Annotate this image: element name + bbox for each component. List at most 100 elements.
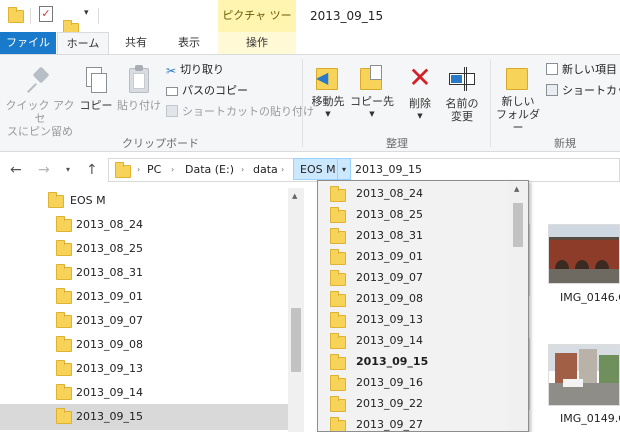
new-folder-button[interactable]: 新しい フォルダー	[494, 63, 542, 134]
scroll-up-icon[interactable]: ▲	[292, 192, 297, 200]
chevron-right-icon[interactable]: ›	[281, 159, 284, 181]
ribbon: クイック アクセ スにピン留め コピー 貼り付け ✂ 切り取り パスのコピー ショ…	[0, 54, 620, 152]
dropdown-item-label: 2013_08_31	[356, 229, 423, 242]
new-folder-icon	[504, 63, 532, 91]
up-arrow-icon[interactable]: ↑	[86, 162, 98, 178]
dropdown-item[interactable]: 2013_09_01	[318, 246, 508, 268]
paste-button[interactable]: 貼り付け	[116, 65, 162, 112]
dropdown-item[interactable]: 2013_09_08	[318, 288, 508, 310]
breadcrumb-current[interactable]: 2013_09_15	[355, 159, 422, 181]
organize-group-label: 整理	[386, 137, 408, 150]
breadcrumb-data[interactable]: data	[253, 159, 278, 181]
tree-item[interactable]: 2013_08_31	[0, 260, 288, 286]
folder-icon	[330, 207, 346, 223]
tab-manage[interactable]: 操作	[218, 32, 296, 54]
recent-locations-chevron-icon[interactable]: ▾	[66, 165, 70, 174]
tree-item-label: 2013_08_25	[76, 242, 143, 255]
dropdown-item[interactable]: 2013_08_25	[318, 204, 508, 226]
folder-icon	[330, 417, 346, 431]
tree-item[interactable]: 2013_09_07	[0, 308, 288, 334]
new-item-button[interactable]: 新しい項目	[546, 63, 617, 77]
dropdown-item-label: 2013_09_08	[356, 292, 423, 305]
tab-home[interactable]: ホーム	[57, 32, 109, 55]
copy-to-icon	[358, 63, 386, 91]
tree-item-selected[interactable]: 2013_09_15	[0, 404, 288, 430]
tree-item-parent[interactable]: EOS M	[0, 188, 288, 214]
photo-thumbnail[interactable]	[548, 344, 620, 406]
dropdown-item[interactable]: 2013_09_22	[318, 393, 508, 415]
divider	[30, 8, 31, 24]
folder-icon	[330, 396, 346, 412]
address-bar[interactable]: › PC › Data (E:) › data › EOS M ▾ 2013_0…	[108, 158, 620, 182]
rename-button[interactable]: 名前の 変更	[442, 63, 482, 123]
tree-item[interactable]: 2013_08_24	[0, 212, 288, 238]
scrollbar-thumb[interactable]	[291, 308, 301, 372]
chevron-right-icon[interactable]: ›	[171, 159, 174, 181]
folder-icon	[56, 264, 72, 280]
breadcrumb-drive[interactable]: Data (E:)	[185, 159, 234, 181]
file-name[interactable]: IMG_0149.C	[560, 412, 620, 425]
dropdown-item-label: 2013_09_01	[356, 250, 423, 263]
tree-item[interactable]: 2013_09_14	[0, 380, 288, 406]
dropdown-item[interactable]: 2013_08_31	[318, 225, 508, 247]
breadcrumb-eos-m[interactable]: EOS M	[293, 158, 343, 180]
easy-access-button[interactable]: ショートカット	[546, 84, 620, 98]
delete-button[interactable]: ✕ 削除 ▼	[402, 63, 438, 123]
scroll-up-icon[interactable]: ▲	[514, 185, 519, 193]
tree-item[interactable]: 2013_09_08	[0, 332, 288, 358]
copy-button[interactable]: コピー	[78, 65, 114, 112]
dropdown-item[interactable]: 2013_09_13	[318, 309, 508, 331]
dropdown-item[interactable]: 2013_09_14	[318, 330, 508, 352]
window-title: 2013_09_15	[310, 9, 384, 23]
dropdown-item-current[interactable]: 2013_09_15	[318, 351, 508, 373]
photo-thumbnail[interactable]	[548, 224, 620, 284]
tab-file[interactable]: ファイル	[0, 32, 56, 54]
scrollbar-thumb[interactable]	[513, 203, 523, 247]
cut-button[interactable]: ✂ 切り取り	[166, 63, 224, 78]
back-arrow-icon[interactable]: ←	[10, 162, 22, 178]
properties-icon[interactable]: ✓	[39, 6, 53, 22]
clipboard-group-label: クリップボード	[122, 137, 199, 150]
quick-access-dropdown-icon[interactable]: ▾	[84, 8, 89, 18]
chevron-right-icon[interactable]: ›	[241, 159, 244, 181]
rename-label-line2: 変更	[451, 110, 473, 123]
dropdown-item[interactable]: 2013_08_24	[318, 183, 508, 205]
photo-image	[549, 225, 619, 283]
delete-label: 削除	[409, 97, 431, 110]
chevron-right-icon[interactable]: ›	[137, 159, 140, 181]
copy-icon	[84, 65, 108, 95]
tree-item[interactable]: 2013_09_01	[0, 284, 288, 310]
divider	[98, 8, 99, 24]
navigation-pane-scrollbar[interactable]: ▲	[288, 188, 304, 432]
chevron-down-icon: ▼	[369, 110, 375, 118]
title-bar: ✓ ▾ ピクチャ ツール 2013_09_15	[0, 0, 620, 54]
move-to-button[interactable]: ◀ 移動先 ▼	[308, 63, 348, 121]
navigation-pane: EOS M 2013_08_24 2013_08_25 2013_08_31 2…	[0, 188, 304, 432]
paste-label: 貼り付け	[117, 99, 161, 112]
folder-icon	[56, 360, 72, 376]
tree-item-label: 2013_08_24	[76, 218, 143, 231]
breadcrumb-pc[interactable]: PC	[147, 159, 161, 181]
dropdown-item[interactable]: 2013_09_27	[318, 414, 508, 431]
dropdown-item[interactable]: 2013_09_16	[318, 372, 508, 394]
copy-to-button[interactable]: コピー先 ▼	[350, 63, 394, 121]
file-name[interactable]: IMG_0146.C	[560, 291, 620, 304]
dropdown-item-label: 2013_09_27	[356, 418, 423, 431]
paste-shortcut-button[interactable]: ショートカットの貼り付け	[166, 105, 314, 119]
dropdown-item-label: 2013_09_16	[356, 376, 423, 389]
tab-share[interactable]: 共有	[110, 32, 162, 54]
paste-icon	[126, 65, 152, 95]
pin-label-line2: スにピン留め	[7, 125, 73, 138]
tab-view[interactable]: 表示	[164, 32, 214, 54]
new-group-label: 新規	[554, 137, 576, 150]
dropdown-item[interactable]: 2013_09_07	[318, 267, 508, 289]
tree-item[interactable]: 2013_08_25	[0, 236, 288, 262]
dropdown-scrollbar[interactable]: ▲	[508, 181, 528, 431]
tree-item-label: EOS M	[70, 194, 106, 207]
breadcrumb-dropdown-chevron-icon[interactable]: ▾	[337, 158, 351, 180]
paste-shortcut-icon	[166, 105, 178, 117]
pin-to-quick-access-button[interactable]: クイック アクセ スにピン留め	[4, 65, 76, 138]
copy-path-button[interactable]: パスのコピー	[166, 84, 248, 98]
tree-item[interactable]: 2013_09_13	[0, 356, 288, 382]
forward-arrow-icon[interactable]: →	[38, 162, 50, 178]
